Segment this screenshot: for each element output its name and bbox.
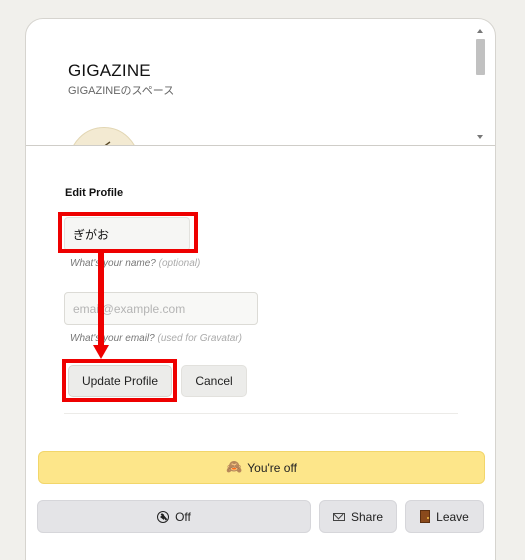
door-icon xyxy=(420,510,431,523)
share-button[interactable]: Share xyxy=(319,500,397,533)
cancel-button[interactable]: Cancel xyxy=(181,365,247,397)
name-highlight-box xyxy=(58,212,198,253)
envelope-icon xyxy=(332,512,345,521)
name-hint: What's your name? (optional) xyxy=(70,258,200,269)
email-hint-text: What's your email? xyxy=(70,333,155,344)
status-text: You're off xyxy=(247,460,297,475)
scroll-down-arrow-icon[interactable] xyxy=(477,135,483,139)
share-label: Share xyxy=(350,509,384,524)
divider xyxy=(64,413,458,414)
space-avatar xyxy=(69,127,139,145)
edit-profile-heading: Edit Profile xyxy=(65,187,124,199)
status-banner: 🙈 You're off xyxy=(38,451,485,484)
annotation-arrow-shaft xyxy=(98,253,104,347)
leave-label: Leave xyxy=(436,509,469,524)
avatar-sketch-icon xyxy=(104,141,111,145)
off-button[interactable]: Off xyxy=(37,500,311,533)
update-highlight-box xyxy=(62,359,177,402)
mute-icon xyxy=(157,510,170,523)
space-card: GIGAZINE GIGAZINEのスペース Edit Profile What… xyxy=(25,18,496,560)
space-header-pane: GIGAZINE GIGAZINEのスペース xyxy=(26,19,495,146)
email-hint: What's your email? (used for Gravatar) xyxy=(70,333,242,344)
scroll-up-arrow-icon[interactable] xyxy=(477,29,483,33)
annotation-arrow-head-icon xyxy=(93,345,109,359)
name-hint-text: What's your name? xyxy=(70,258,156,269)
leave-button[interactable]: Leave xyxy=(405,500,484,533)
email-hint-optional: (used for Gravatar) xyxy=(157,333,242,344)
name-hint-optional: (optional) xyxy=(158,258,201,269)
scroll-thumb[interactable] xyxy=(476,39,485,75)
off-label: Off xyxy=(175,509,191,524)
email-input[interactable] xyxy=(64,292,258,325)
see-no-evil-monkey-icon: 🙈 xyxy=(226,460,243,475)
space-subtitle: GIGAZINEのスペース xyxy=(68,85,175,97)
space-title: GIGAZINE xyxy=(68,61,151,80)
space-scrollbar[interactable] xyxy=(474,27,488,141)
